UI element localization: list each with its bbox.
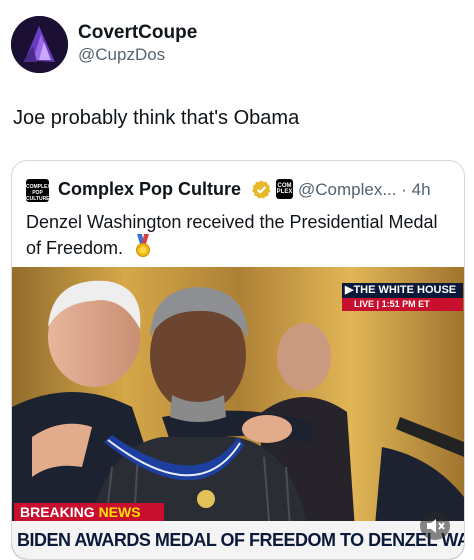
broadcast-bug: ▶THE WHITE HOUSE LIVE | 1:51 PM ET: [342, 283, 463, 312]
tweet-text: Joe probably think that's Obama: [13, 107, 300, 129]
mute-button[interactable]: [420, 512, 450, 540]
mute-speaker-icon: [427, 519, 445, 533]
quoted-tweet[interactable]: COMPLEX POP CULTURE Complex Pop Culture …: [11, 160, 465, 560]
news-label: NEWS: [98, 504, 141, 520]
verified-badge-icon: [251, 179, 272, 200]
author-name[interactable]: CovertCoupe: [78, 22, 197, 44]
breaking-news-banner: BREAKING NEWS: [14, 503, 164, 521]
quoted-text-body: Denzel Washington received the President…: [26, 212, 438, 258]
avatar[interactable]: [11, 16, 68, 73]
live-indicator: LIVE | 1:51 PM ET: [342, 298, 463, 311]
live-time: 1:51 PM ET: [381, 299, 430, 309]
medal-icon: [134, 234, 152, 258]
video-player[interactable]: ▶THE WHITE HOUSE LIVE | 1:51 PM ET BREAK…: [12, 267, 464, 559]
timestamp[interactable]: 4h: [412, 180, 431, 199]
chyron-headline: BIDEN AWARDS MEDAL OF FREEDOM TO DENZEL …: [17, 530, 464, 550]
author-handle[interactable]: @CupzDos: [78, 45, 165, 65]
live-label: LIVE: [354, 299, 375, 309]
breaking-label: BREAKING: [20, 504, 95, 520]
quoted-handle-time[interactable]: @Complex... · 4h: [298, 180, 431, 200]
affiliate-badge[interactable]: COM PLEX: [276, 179, 293, 199]
broadcaster-label: ▶THE WHITE HOUSE: [342, 283, 463, 298]
quoted-text: Denzel Washington received the President…: [26, 210, 446, 260]
complex-logo[interactable]: COMPLEX POP CULTURE: [26, 179, 51, 202]
quoted-author-name[interactable]: Complex Pop Culture: [58, 179, 241, 200]
quoted-handle[interactable]: @Complex...: [298, 180, 397, 199]
separator: ·: [401, 180, 407, 199]
